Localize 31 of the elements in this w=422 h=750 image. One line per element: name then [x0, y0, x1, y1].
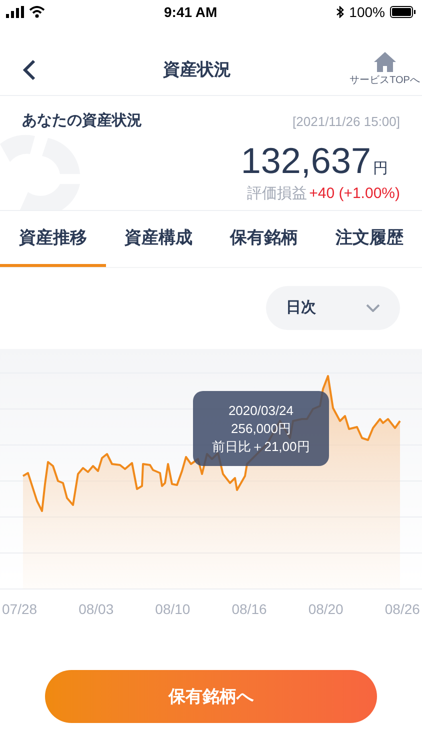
back-icon: [21, 58, 37, 80]
tooltip-text: 前日比＋21,00円: [212, 438, 310, 456]
axis-label: 08/03: [78, 600, 114, 619]
total-amount: 132,637: [240, 138, 371, 182]
axis-label: 08/26: [384, 600, 420, 619]
axis-label: 08/16: [232, 600, 267, 619]
timestamp: [2021/11/26 15:00]: [292, 112, 400, 131]
profit-loss-value: +40 (+1.00%): [309, 184, 400, 204]
tab[interactable]: 保有銘柄: [211, 211, 316, 267]
status-time: 9:41 AM: [164, 2, 218, 22]
chevron-down-icon: [366, 304, 380, 312]
profit-loss-label: 評価損益: [247, 184, 308, 204]
period-select[interactable]: 日次: [266, 286, 400, 330]
tooltip-text: 2020/03/24: [228, 402, 294, 420]
tab[interactable]: 資産構成: [106, 211, 211, 267]
page-title: 資産状況: [162, 58, 231, 81]
tab[interactable]: 注文履歴: [316, 211, 422, 267]
signal-icon: [6, 6, 24, 18]
axis-label: 08/20: [308, 600, 344, 619]
tooltip-text: 256,000円: [231, 420, 291, 438]
tab[interactable]: 資産推移: [0, 211, 106, 267]
bluetooth-icon: [336, 6, 344, 18]
currency-unit: 円: [373, 158, 388, 178]
home-button[interactable]: サービスTOPへ: [350, 51, 420, 88]
axis-label: 07/28: [2, 600, 38, 619]
axis-label: 08/10: [155, 600, 190, 619]
wifi-icon: [29, 6, 45, 18]
battery-percent: 100%: [349, 2, 385, 22]
battery-icon: [390, 6, 416, 18]
home-icon: [372, 51, 397, 73]
summary-title: あなたの資産状況: [22, 111, 142, 131]
